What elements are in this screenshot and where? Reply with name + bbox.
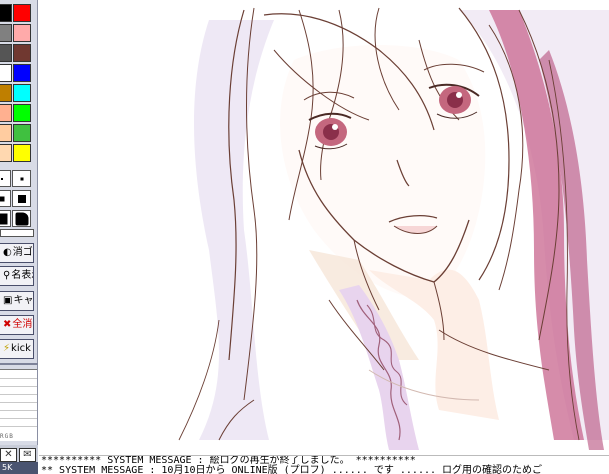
color-swatch-1[interactable]	[0, 4, 12, 22]
color-swatch-6[interactable]	[13, 44, 31, 62]
kick-label: kick	[11, 343, 31, 354]
lightning-icon: ⚡	[3, 343, 11, 354]
color-swatch-5[interactable]	[0, 44, 12, 62]
chat-line: ** SYSTEM MESSAGE : 10月10日から ONLINE版 (プロ…	[41, 465, 543, 474]
chat-log: ********** SYSTEM MESSAGE : 絵ログの再生が終了しまし…	[39, 455, 609, 474]
color-swatch-11[interactable]	[0, 104, 12, 122]
pen-size-3[interactable]	[0, 190, 11, 207]
color-swatch-8[interactable]	[13, 64, 31, 82]
rgb-labels: RGB	[0, 433, 14, 440]
rgb-sliders[interactable]	[0, 369, 37, 441]
anime-girl-sketch	[178, 7, 609, 450]
color-swatch-2[interactable]	[13, 4, 31, 22]
color-swatch-12[interactable]	[13, 104, 31, 122]
opacity-slider[interactable]	[0, 229, 34, 237]
clear-icon: ✖	[3, 319, 12, 330]
name-display-button[interactable]: ⚲名表示	[0, 266, 34, 286]
color-swatch-4[interactable]	[13, 24, 31, 42]
clear-all-button[interactable]: ✖全消し	[0, 315, 34, 335]
name-display-label: 名表示	[11, 270, 33, 281]
pen-size-indicator: 5K	[0, 462, 38, 474]
pen-size-1[interactable]	[0, 170, 11, 187]
color-swatch-14[interactable]	[13, 124, 31, 142]
color-swatch-13[interactable]	[0, 124, 12, 142]
envelope-icon[interactable]: ✉	[19, 448, 36, 462]
color-swatch-3[interactable]	[0, 24, 12, 42]
camera-icon: ▣	[3, 295, 13, 306]
pen-size-5[interactable]	[0, 210, 11, 227]
drawing-canvas[interactable]	[39, 0, 609, 455]
person-icon: ⚲	[3, 270, 11, 281]
color-swatch-9[interactable]	[0, 84, 12, 102]
kick-button[interactable]: ⚡kick	[0, 339, 34, 359]
eraser-button[interactable]: ◐消ゴム	[0, 243, 34, 263]
pen-size-4[interactable]	[12, 190, 31, 207]
color-swatch-10[interactable]	[13, 84, 31, 102]
color-swatch-15[interactable]	[0, 144, 12, 162]
eraser-label: 消ゴム	[12, 247, 33, 258]
eraser-icon: ◐	[3, 247, 12, 258]
clear-all-label: 全消し	[12, 319, 33, 330]
pen-size-6[interactable]	[12, 210, 31, 227]
pen-size-2[interactable]	[12, 170, 31, 187]
color-swatch-7[interactable]	[0, 64, 12, 82]
color-swatch-16[interactable]	[13, 144, 31, 162]
separator	[0, 363, 38, 365]
capture-label: キャプ	[13, 295, 34, 306]
tool-palette: ◐消ゴム ⚲名表示 ▣キャプ ✖全消し ⚡kick RGB ✕ ✉ 5K	[0, 0, 38, 474]
cross-icon[interactable]: ✕	[0, 448, 17, 462]
capture-button[interactable]: ▣キャプ	[0, 291, 34, 311]
